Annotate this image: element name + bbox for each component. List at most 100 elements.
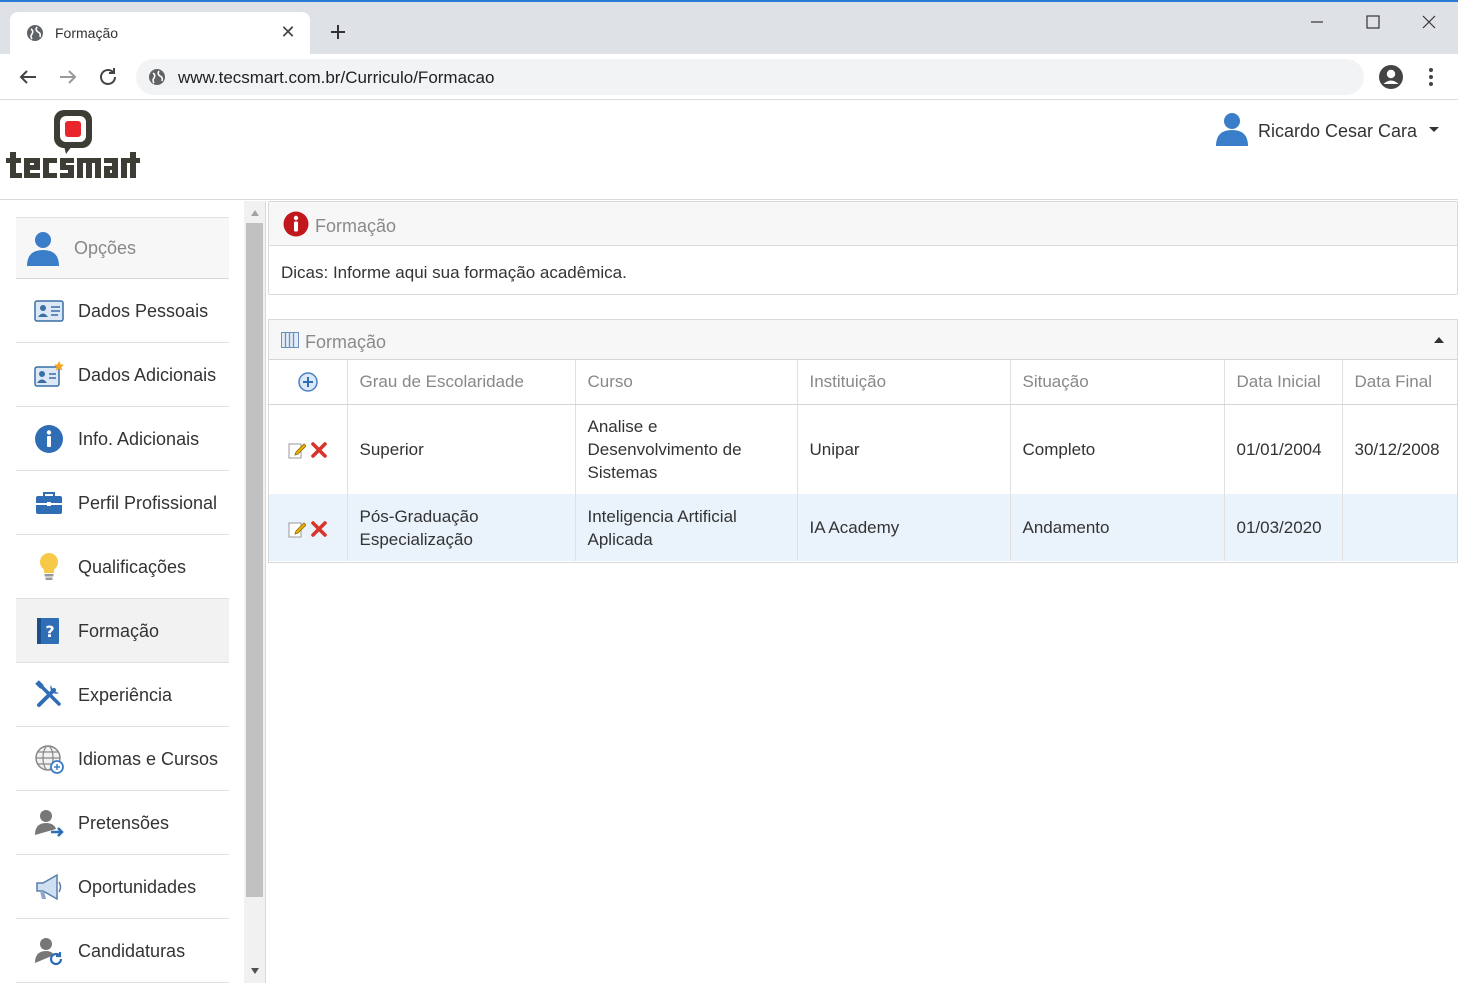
scroll-down-icon[interactable] [250,967,260,975]
add-column-header [269,360,348,405]
sidebar-item-label: Qualificações [78,557,187,577]
user-refresh-icon [35,938,63,966]
new-tab-icon[interactable] [326,20,350,44]
window-close-icon[interactable] [1406,8,1452,38]
scroll-up-icon[interactable] [250,209,260,217]
lightbulb-icon [39,552,59,580]
row-actions [269,494,348,561]
sidebar-item-label: Info. Adicionais [78,429,200,449]
sidebar-item-idiomas-cursos[interactable]: Idiomas e Cursos [16,727,229,791]
cell-grau: Pós-Graduação Especialização [347,494,576,561]
browser-menu-icon[interactable] [1420,64,1442,90]
browser-tab[interactable]: Formação ✕ [10,12,310,56]
grid-panel-title: Formação [305,332,387,352]
sidebar-item-label: Idiomas e Cursos [78,749,219,769]
info-alert-icon [283,211,309,237]
window-minimize-icon[interactable] [1294,8,1340,38]
id-card-star-icon [34,361,64,387]
sidebar-item-dados-adicionais[interactable]: Dados Adicionais [16,343,229,407]
sidebar-item-label: Dados Adicionais [78,365,217,385]
site-header: Ricardo Cesar Cara [0,100,1458,200]
caret-down-icon[interactable] [1428,124,1440,134]
grid-columns-icon [281,332,299,348]
sidebar-item-qualificacoes[interactable]: Qualificações [16,535,229,599]
sidebar-item-formacao[interactable]: ? Formação [16,599,229,663]
globe-icon [35,745,64,774]
sidebar-header-label: Opções [74,238,137,258]
user-icon [27,232,59,266]
forward-arrow-icon[interactable] [56,65,80,89]
sidebar-header: Opções [16,217,229,279]
sidebar-item-label: Pretensões [78,813,170,833]
cell-grau: Superior [347,404,576,494]
address-url[interactable]: www.tecsmart.com.br/Curriculo/Formacao [178,68,494,88]
grid-panel-header: Formação [269,320,1457,360]
formacao-table: Grau de Escolaridade Curso Instituição S… [269,360,1457,561]
column-header-curso[interactable]: Curso [575,360,798,405]
sidebar-item-label: Perfil Profissional [78,493,218,513]
info-circle-icon [35,425,63,453]
briefcase-icon [36,492,62,514]
scrollbar-thumb[interactable] [246,223,263,897]
cell-data-inicial: 01/03/2020 [1224,494,1343,561]
tecsmart-logo[interactable] [6,108,140,184]
browser-toolbar: www.tecsmart.com.br/Curriculo/Formacao [0,54,1458,100]
collapse-icon[interactable] [1433,336,1445,344]
delete-x-icon[interactable] [310,520,328,538]
sidebar-item-dados-pessoais[interactable]: Dados Pessoais [16,279,229,343]
table-row[interactable]: Pós-Graduação Especialização Inteligenci… [269,494,1457,561]
sidebar-menu: Opções Dados Pessoais Dados Adicionais I… [16,217,229,983]
tab-title: Formação [55,25,119,41]
sidebar-scrollbar[interactable] [244,201,265,983]
table-row[interactable]: Superior Analise e Desenvolvimento de Si… [269,404,1457,494]
globe-favicon-icon [27,25,43,41]
column-header-data-inicial[interactable]: Data Inicial [1224,360,1343,405]
column-header-situacao[interactable]: Situação [1010,360,1225,405]
sidebar-item-oportunidades[interactable]: Oportunidades [16,855,229,919]
browser-tab-strip: Formação ✕ [0,0,1458,56]
tips-text: Dicas: Informe aqui sua formação acadêmi… [281,263,627,282]
sidebar-item-info-adicionais[interactable]: Info. Adicionais [16,407,229,471]
sidebar-item-perfil-profissional[interactable]: Perfil Profissional [16,471,229,535]
column-header-data-final[interactable]: Data Final [1342,360,1457,405]
add-circle-icon[interactable] [298,372,318,392]
cell-situacao: Completo [1010,404,1225,494]
cell-data-final: 30/12/2008 [1354,439,1440,459]
tools-icon [35,680,61,707]
sidebar-item-experiencia[interactable]: Experiência [16,663,229,727]
user-name[interactable]: Ricardo Cesar Cara [1258,121,1417,142]
row-actions [269,404,348,494]
sidebar: Opções Dados Pessoais Dados Adicionais I… [0,201,266,983]
address-bar[interactable]: www.tecsmart.com.br/Curriculo/Formacao [136,59,1364,95]
book-question-icon: ? [37,618,59,644]
browser-profile-icon[interactable] [1378,64,1404,90]
window-maximize-icon[interactable] [1350,8,1396,38]
cell-instituicao: IA Academy [797,494,1011,561]
cell-data-final [1342,494,1457,561]
edit-pencil-icon[interactable] [288,441,306,459]
main-content: Formação Dicas: Informe aqui sua formaçã… [268,201,1458,983]
tips-panel-title: Formação [315,216,397,236]
delete-x-icon[interactable] [310,441,328,459]
sidebar-item-pretensoes[interactable]: Pretensões [16,791,229,855]
column-header-instituicao[interactable]: Instituição [797,360,1011,405]
sidebar-item-label: Dados Pessoais [78,301,209,321]
tab-close-icon[interactable]: ✕ [278,21,298,43]
user-menu[interactable]: Ricardo Cesar Cara [1214,110,1450,150]
tips-panel: Formação Dicas: Informe aqui sua formaçã… [268,201,1458,295]
column-header-grau[interactable]: Grau de Escolaridade [347,360,576,405]
table-header-row: Grau de Escolaridade Curso Instituição S… [269,360,1457,405]
sidebar-item-candidaturas[interactable]: Candidaturas [16,919,229,983]
back-arrow-icon[interactable] [16,65,40,89]
edit-pencil-icon[interactable] [288,520,306,538]
id-card-icon [34,300,64,322]
tips-panel-header: Formação [269,202,1457,246]
svg-text:?: ? [45,622,54,641]
site-info-icon[interactable] [148,68,166,86]
cell-instituicao: Unipar [797,404,1011,494]
sidebar-item-label: Oportunidades [78,877,197,897]
cell-curso: Inteligencia Artificial Aplicada [575,494,798,561]
cell-data-inicial: 01/01/2004 [1224,404,1343,494]
sidebar-item-label: Experiência [78,685,173,705]
reload-icon[interactable] [96,65,120,89]
